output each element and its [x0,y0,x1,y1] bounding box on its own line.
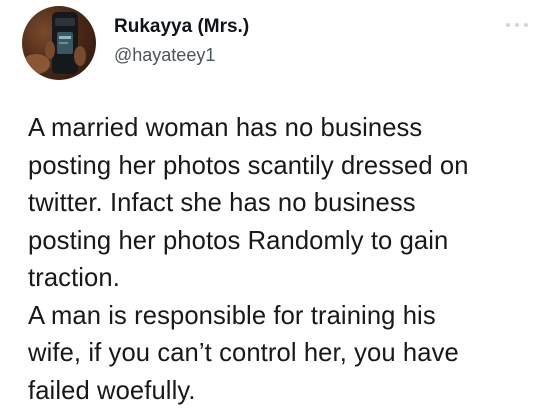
author-display-name[interactable]: Rukayya (Mrs.) [114,16,249,38]
avatar-photo-icon [22,12,86,74]
author-avatar[interactable] [22,6,96,80]
tweet-paragraph-2: A man is responsible for training his wi… [28,301,459,405]
more-options-icon[interactable] [504,20,530,30]
author-handle[interactable]: @hayateey1 [114,45,215,66]
tweet-card: Rukayya (Mrs.) @hayateey1 A married woma… [0,0,553,420]
tweet-paragraph-1: A married woman has no business posting … [28,114,469,292]
tweet-text: A married woman has no business posting … [28,110,543,410]
